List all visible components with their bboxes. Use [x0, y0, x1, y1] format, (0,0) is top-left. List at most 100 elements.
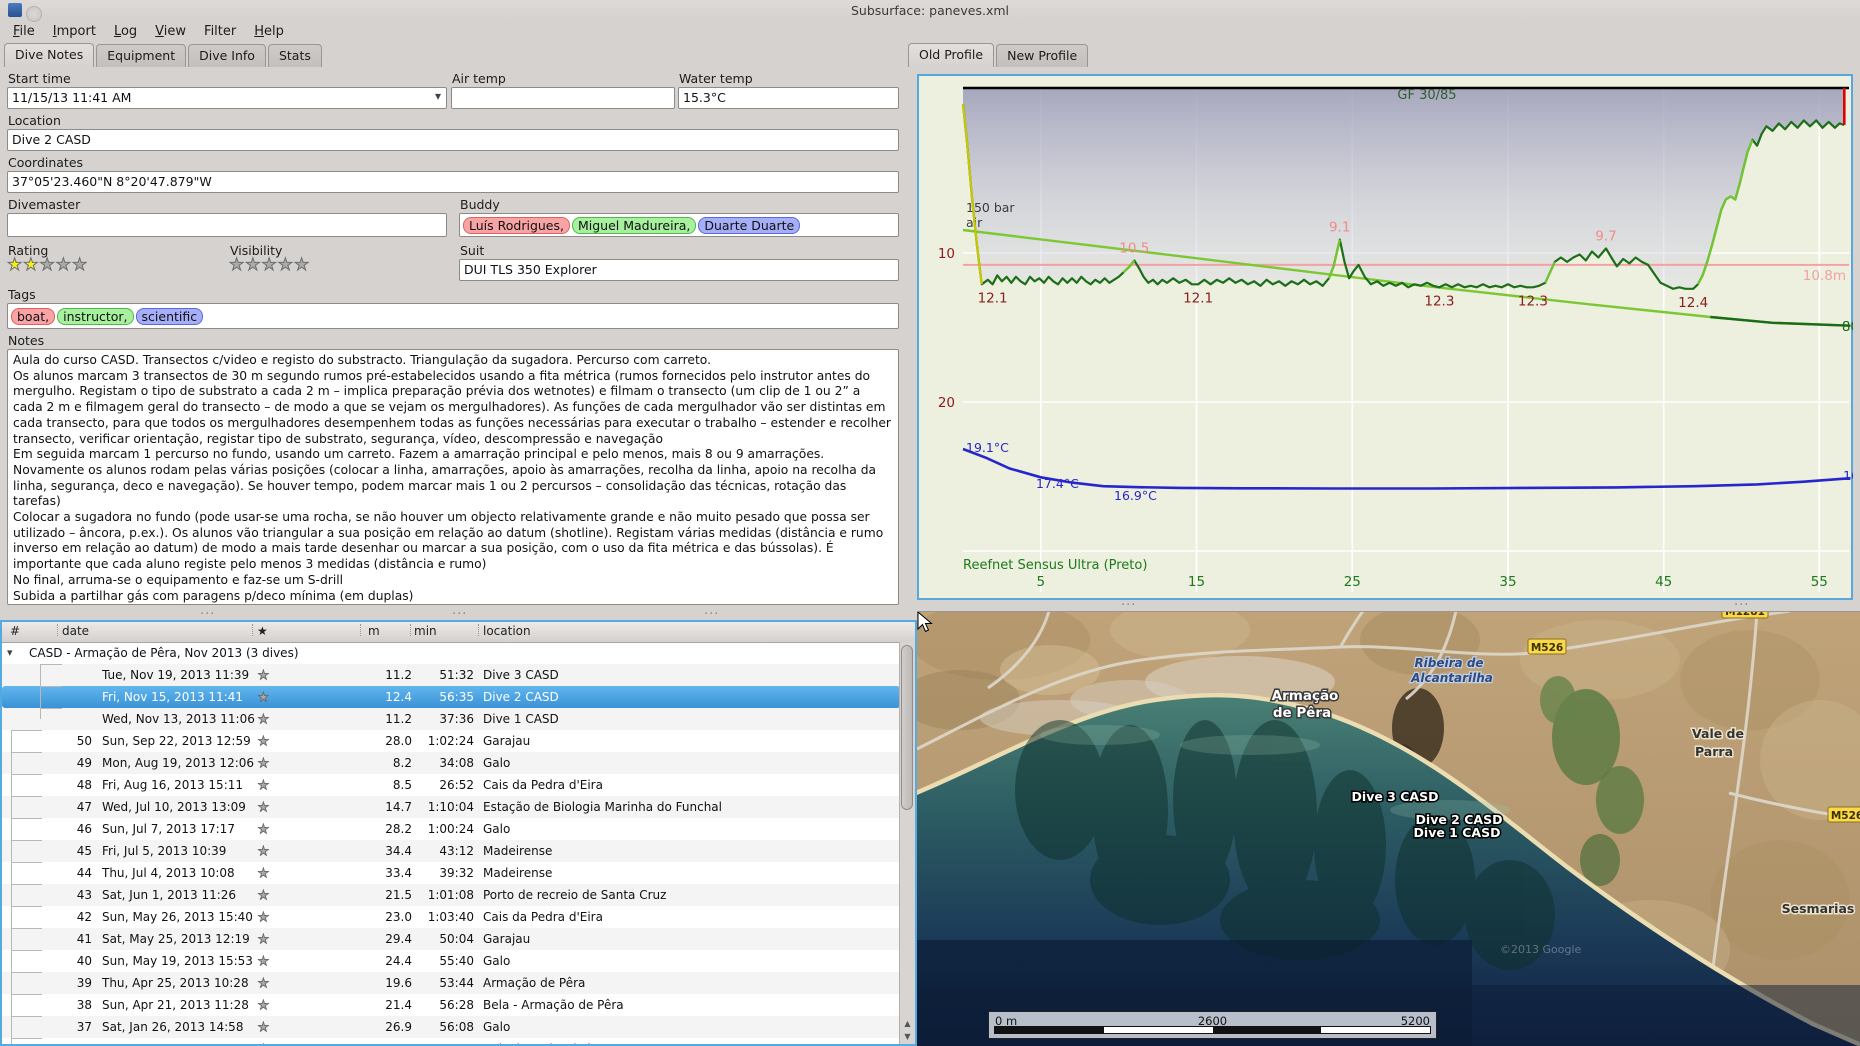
gf-label: GF 30/85	[1397, 88, 1456, 103]
tab-new-profile[interactable]: New Profile	[996, 44, 1089, 67]
dive-row[interactable]: 42 Sun, May 26, 2013 15:40 ★ ★ ★ ★ ★ 23.0 1:03:4…	[2, 906, 900, 928]
menu-bar: File Import Log View Filter Help	[4, 22, 293, 42]
star-icon: ★	[258, 690, 270, 705]
dive-number: 37	[76, 1020, 92, 1034]
dive-date: Sat, May 25, 2013 12:19	[102, 932, 250, 946]
column-header-location[interactable]: location	[483, 624, 531, 638]
dive-depth: 28.0	[385, 734, 412, 748]
tab-equipment[interactable]: Equipment	[96, 44, 187, 67]
water-temp-field[interactable]: 15.3°C	[678, 87, 899, 109]
menu-view[interactable]: View	[146, 22, 195, 41]
tree-line	[40, 686, 62, 687]
dive-row[interactable]: 45 Fri, Jul 5, 2013 10:39 ★ ★ ★ ★ ★ 34.4 43:12 Ma…	[2, 840, 900, 862]
column-header-stars[interactable]: ★	[257, 624, 268, 638]
road-badge: M1281	[1721, 612, 1769, 619]
dive-row[interactable]: 48 Fri, Aug 16, 2013 15:11 ★ ★ ★ ★ ★ 8.5 26:52 Ca…	[2, 774, 900, 796]
dive-depth: 26.9	[385, 1020, 412, 1034]
dive-location: Galo	[483, 1020, 511, 1034]
star-icon: ★	[71, 255, 89, 276]
temperature-label: 19.1°C	[966, 440, 1009, 455]
map-place-label: Ribeira de	[1414, 656, 1483, 670]
start-time-combo[interactable]: 11/15/13 11:41 AM ▾	[7, 87, 447, 109]
menu-import[interactable]: Import	[44, 22, 105, 41]
dive-row[interactable]: 41 Sat, May 25, 2013 12:19 ★ ★ ★ ★ ★ 29.4 50:04 G…	[2, 928, 900, 950]
scrollbar-thumb[interactable]	[901, 645, 913, 810]
dive-row[interactable]: 44 Thu, Jul 4, 2013 10:08 ★ ★ ★ ★ ★ 33.4 39:32 Ma…	[2, 862, 900, 884]
dive-row[interactable]: 39 Thu, Apr 25, 2013 10:28 ★ ★ ★ ★ ★ 19.6 53:44 A…	[2, 972, 900, 994]
column-header-#[interactable]: #	[10, 624, 20, 638]
map-panel[interactable]: Armação de Pêra Ribeira de Alcantarilha Vale…	[917, 611, 1860, 1046]
column-separator	[57, 624, 58, 636]
tab-dive-info[interactable]: Dive Info	[188, 44, 266, 67]
dive-duration: 26:52	[439, 778, 474, 792]
dive-depth: 8.5	[392, 778, 412, 792]
dive-row[interactable]: Tue, Nov 19, 2013 11:39 ★ ★ ★ ★ ★ 11.2 51:32 Div…	[2, 664, 900, 686]
dive-location: Galo	[483, 822, 511, 836]
dive-row[interactable]: 47 Wed, Jul 10, 2013 13:09 ★ ★ ★ ★ ★ 14.7 1:10:0…	[2, 796, 900, 818]
collapse-arrow-icon[interactable]: ▾	[7, 642, 13, 664]
scroll-up-icon[interactable]: ▲	[901, 1018, 914, 1030]
column-header-m[interactable]: m	[368, 624, 380, 638]
star-icon: ★	[258, 778, 270, 793]
dive-row[interactable]: 40 Sun, May 19, 2013 15:53 ★ ★ ★ ★ ★ 24.4 55:40 G…	[2, 950, 900, 972]
tag-pill[interactable]: instructor,	[57, 307, 134, 325]
menu-file[interactable]: File	[4, 22, 44, 41]
dive-row[interactable]: Fri, Nov 15, 2013 11:41 ★ ★ ★ ★ ★ 12.4 56:35 Div…	[2, 686, 900, 708]
visibility-stars[interactable]: ★★★★★	[228, 255, 310, 276]
dive-number: 36	[46, 1038, 92, 1044]
dive-number: 49	[76, 756, 92, 770]
tree-line	[11, 730, 12, 752]
profile-chart[interactable]: 10.8m150 barair8019.1°C17.4°C16.9°C1612.…	[917, 74, 1853, 600]
suit-field[interactable]: DUI TLS 350 Explorer	[459, 259, 899, 281]
rating-stars[interactable]: ★★★★★	[6, 255, 89, 276]
tab-stats[interactable]: Stats	[267, 44, 322, 67]
menu-filter[interactable]: Filter	[195, 22, 245, 41]
buddy-pill[interactable]: Miguel Madureira,	[571, 216, 697, 234]
dive-list-header[interactable]: # date ★ m min location	[2, 622, 915, 643]
buddy-pill[interactable]: Luís Rodrigues,	[463, 216, 570, 234]
dive-duration: 50:04	[439, 932, 474, 946]
divemaster-field[interactable]	[7, 213, 447, 237]
scroll-down-icon[interactable]: ▼	[901, 1031, 914, 1043]
road-badge: M526	[1827, 806, 1860, 823]
time-axis-tick: 35	[1499, 574, 1516, 590]
tree-line	[40, 664, 41, 686]
coordinates-field[interactable]: 37°05'23.460"N 8°20'47.879"W	[7, 171, 899, 193]
tab-old-profile[interactable]: Old Profile	[908, 43, 995, 67]
dive-row[interactable]: 50 Sun, Sep 22, 2013 12:59 ★ ★ ★ ★ ★ 28.0 1:02:2…	[2, 730, 900, 752]
dive-row[interactable]: Wed, Nov 13, 2013 11:06 ★ ★ ★ ★ ★ 11.2 37:36 Div…	[2, 708, 900, 730]
dive-duration: 1:03:40	[427, 910, 474, 924]
title-bar[interactable]: Subsurface: paneves.xml	[0, 0, 1860, 22]
buddy-pill[interactable]: Duarte Duarte	[698, 216, 801, 234]
dive-row[interactable]: 37 Sat, Jan 26, 2013 14:58 ★ ★ ★ ★ ★ 26.9 56:08 G…	[2, 1016, 900, 1038]
dive-site-label[interactable]: Dive 3 CASD	[1350, 788, 1440, 806]
buddy-field[interactable]: Luís Rodrigues, Miguel Madureira, Duarte D…	[459, 213, 899, 237]
tree-line	[12, 906, 42, 907]
tab-dive-notes[interactable]: Dive Notes	[4, 43, 95, 67]
dive-row[interactable]: 46 Sun, Jul 7, 2013 17:17 ★ ★ ★ ★ ★ 28.2 1:00:24…	[2, 818, 900, 840]
column-header-date[interactable]: date	[62, 624, 89, 638]
tag-pill[interactable]: boat,	[11, 307, 56, 325]
menu-help[interactable]: Help	[245, 22, 293, 41]
dive-row[interactable]: 38 Sun, Apr 21, 2013 11:28 ★ ★ ★ ★ ★ 21.4 56:28 B…	[2, 994, 900, 1016]
dive-row[interactable]: 49 Mon, Aug 19, 2013 12:06 ★ ★ ★ ★ ★ 8.2 34:08 Ga…	[2, 752, 900, 774]
column-header-min[interactable]: min	[414, 624, 437, 638]
tags-field[interactable]: boat, instructor, scientific	[7, 303, 899, 329]
dive-location: Porto de recreio de Santa Cruz	[483, 888, 667, 902]
tag-pill[interactable]: scientific	[135, 307, 204, 325]
dive-row[interactable]: 36Sun, Jan 20, 2013 12:33★★★★★21.758:36C…	[2, 1038, 900, 1044]
location-field[interactable]: Dive 2 CASD	[7, 129, 899, 151]
dive-list-scrollbar[interactable]: ▲ ▼	[899, 642, 915, 1044]
suit-label: Suit	[460, 243, 485, 258]
dive-duration: 1:01:08	[427, 888, 474, 902]
menu-log[interactable]: Log	[105, 22, 146, 41]
dive-number: 47	[76, 800, 92, 814]
trip-row[interactable]: ▾ CASD - Armação de Pêra, Nov 2013 (3 div…	[2, 642, 900, 664]
tree-line	[11, 928, 12, 950]
notes-textarea[interactable]: Aula do curso CASD. Transectos c/video e…	[7, 349, 899, 605]
dive-site-label[interactable]: Dive 1 CASD	[1412, 824, 1502, 842]
tree-line	[11, 862, 12, 884]
tree-line	[40, 708, 41, 719]
dive-row[interactable]: 43 Sat, Jun 1, 2013 11:26 ★ ★ ★ ★ ★ 21.5 1:01:08…	[2, 884, 900, 906]
air-temp-field[interactable]	[451, 87, 675, 109]
